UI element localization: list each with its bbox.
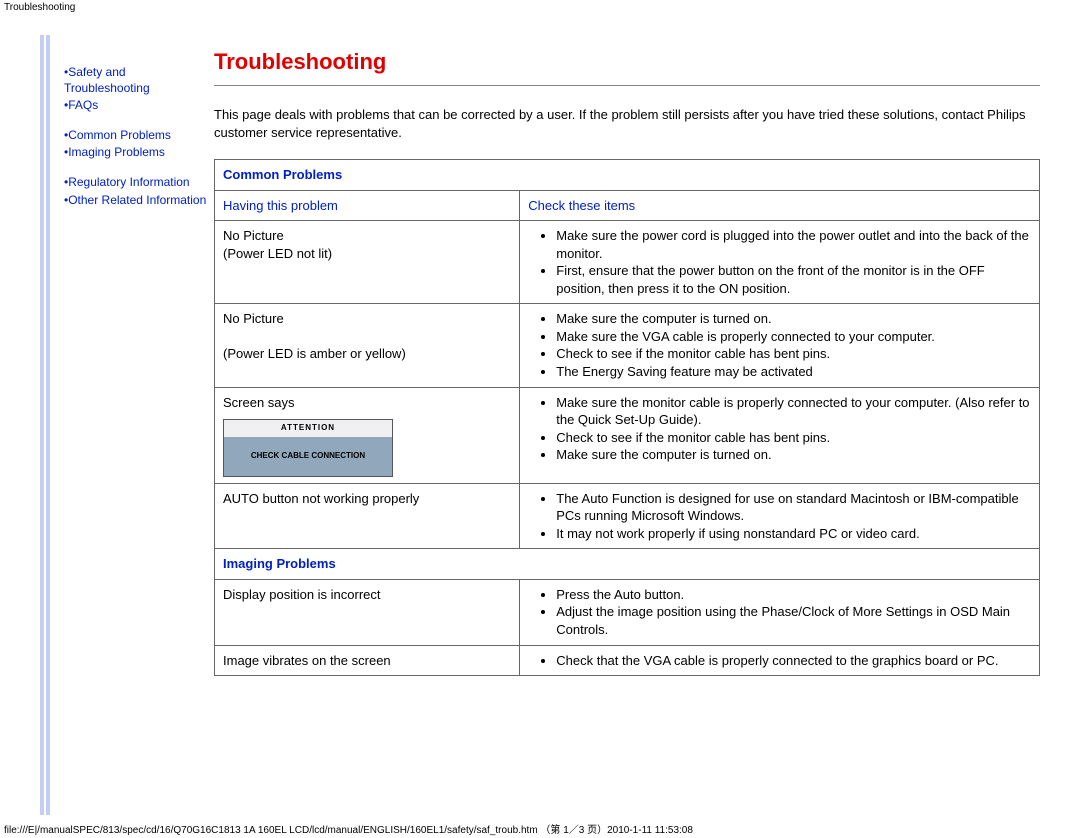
problem-cell: AUTO button not working properly bbox=[215, 483, 520, 549]
solution-cell: Check that the VGA cable is properly con… bbox=[520, 645, 1040, 676]
list-item: Check that the VGA cable is properly con… bbox=[556, 652, 1031, 670]
solution-cell: Press the Auto button. Adjust the image … bbox=[520, 579, 1040, 645]
table-row: Display position is incorrect Press the … bbox=[215, 579, 1040, 645]
list-item: Make sure the power cord is plugged into… bbox=[556, 227, 1031, 262]
problem-cell: Image vibrates on the screen bbox=[215, 645, 520, 676]
problem-cell: Screen says ATTENTION CHECK CABLE CONNEC… bbox=[215, 387, 520, 483]
solution-cell: Make sure the computer is turned on. Mak… bbox=[520, 304, 1040, 387]
solution-cell: Make sure the power cord is plugged into… bbox=[520, 221, 1040, 304]
list-item: It may not work properly if using nonsta… bbox=[556, 525, 1031, 543]
table-row: Image vibrates on the screen Check that … bbox=[215, 645, 1040, 676]
problem-cell: No Picture (Power LED is amber or yellow… bbox=[215, 304, 520, 387]
sidebar: •Safety and Troubleshooting •FAQs •Commo… bbox=[64, 35, 214, 815]
troubleshoot-table: Common Problems Having this problem Chec… bbox=[214, 159, 1040, 676]
page-title: Troubleshooting bbox=[214, 49, 1040, 75]
table-row: Having this problem Check these items bbox=[215, 190, 1040, 221]
sidebar-link-regulatory[interactable]: •Regulatory Information bbox=[64, 175, 214, 191]
sidebar-link-faqs[interactable]: •FAQs bbox=[64, 98, 214, 114]
footer-path: file:///E|/manualSPEC/813/spec/cd/16/Q70… bbox=[0, 819, 1080, 838]
page-container: •Safety and Troubleshooting •FAQs •Commo… bbox=[0, 15, 1080, 819]
section-head-imaging: Imaging Problems bbox=[215, 549, 1040, 580]
list-item: Check to see if the monitor cable has be… bbox=[556, 429, 1031, 447]
section-head-common: Common Problems bbox=[215, 160, 1040, 191]
intro-text: This page deals with problems that can b… bbox=[214, 106, 1040, 141]
sidebar-link-common[interactable]: •Common Problems bbox=[64, 128, 214, 144]
breadcrumb: Troubleshooting bbox=[0, 0, 1080, 15]
list-item: Check to see if the monitor cable has be… bbox=[556, 345, 1031, 363]
attention-title: ATTENTION bbox=[224, 420, 392, 437]
table-row: Common Problems bbox=[215, 160, 1040, 191]
list-item: Make sure the VGA cable is properly conn… bbox=[556, 328, 1031, 346]
table-row: Imaging Problems bbox=[215, 549, 1040, 580]
divider bbox=[214, 85, 1040, 86]
list-item: Make sure the computer is turned on. bbox=[556, 446, 1031, 464]
table-row: AUTO button not working properly The Aut… bbox=[215, 483, 1040, 549]
list-item: Adjust the image position using the Phas… bbox=[556, 603, 1031, 638]
col-head-right: Check these items bbox=[520, 190, 1040, 221]
list-item: The Energy Saving feature may be activat… bbox=[556, 363, 1031, 381]
sidebar-link-imaging[interactable]: •Imaging Problems bbox=[64, 145, 214, 161]
solution-cell: Make sure the monitor cable is properly … bbox=[520, 387, 1040, 483]
col-head-left: Having this problem bbox=[215, 190, 520, 221]
problem-cell: Display position is incorrect bbox=[215, 579, 520, 645]
table-row: No Picture (Power LED not lit) Make sure… bbox=[215, 221, 1040, 304]
solution-cell: The Auto Function is designed for use on… bbox=[520, 483, 1040, 549]
list-item: Make sure the computer is turned on. bbox=[556, 310, 1031, 328]
attention-message: CHECK CABLE CONNECTION bbox=[224, 437, 392, 476]
attention-box: ATTENTION CHECK CABLE CONNECTION bbox=[223, 419, 393, 477]
sidebar-link-safety[interactable]: •Safety and Troubleshooting bbox=[64, 65, 214, 96]
table-row: No Picture (Power LED is amber or yellow… bbox=[215, 304, 1040, 387]
list-item: First, ensure that the power button on t… bbox=[556, 262, 1031, 297]
main-content: Troubleshooting This page deals with pro… bbox=[214, 35, 1040, 815]
table-row: Screen says ATTENTION CHECK CABLE CONNEC… bbox=[215, 387, 1040, 483]
list-item: Make sure the monitor cable is properly … bbox=[556, 394, 1031, 429]
sidebar-link-other[interactable]: •Other Related Information bbox=[64, 193, 214, 209]
decorative-bars bbox=[40, 35, 50, 815]
problem-cell: No Picture (Power LED not lit) bbox=[215, 221, 520, 304]
list-item: Press the Auto button. bbox=[556, 586, 1031, 604]
list-item: The Auto Function is designed for use on… bbox=[556, 490, 1031, 525]
